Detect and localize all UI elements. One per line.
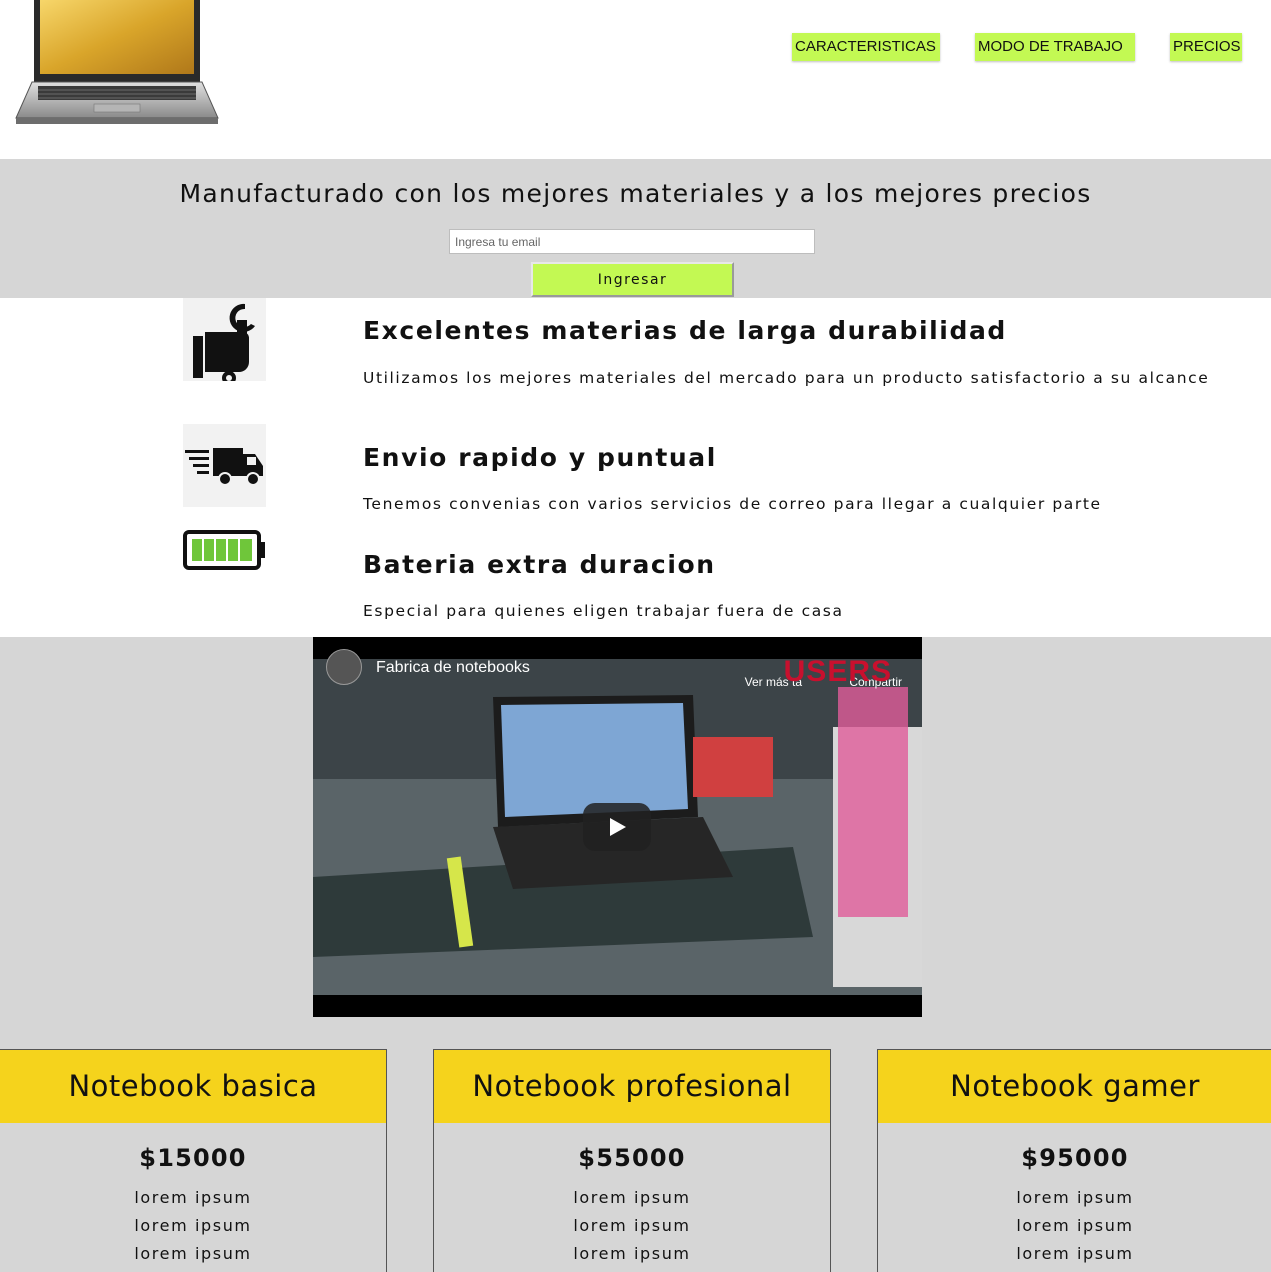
nav-link-work-mode[interactable]: MODO DE TRABAJO — [975, 33, 1135, 61]
plan-feature: lorem ipsum — [573, 1244, 691, 1263]
plan-feature: lorem ipsum — [1016, 1244, 1134, 1263]
plan-card-professional: Notebook profesional $55000 lorem ipsum … — [433, 1049, 831, 1272]
email-field[interactable] — [449, 229, 815, 254]
feature-title: Bateria extra duracion — [363, 550, 716, 579]
plan-price: $55000 — [578, 1144, 686, 1172]
feature-description: Especial para quienes eligen trabajar fu… — [363, 602, 844, 620]
nav-link-prices[interactable]: PRECIOS — [1170, 33, 1242, 61]
plan-feature: lorem ipsum — [573, 1216, 691, 1235]
submit-button[interactable]: Ingresar — [531, 262, 734, 297]
hero-title: Manufacturado con los mejores materiales… — [179, 179, 1092, 208]
battery-icon — [183, 523, 266, 606]
hero-section: Manufacturado con los mejores materiales… — [0, 159, 1271, 298]
plan-feature: lorem ipsum — [134, 1216, 252, 1235]
delivery-truck-icon — [183, 424, 266, 507]
plan-feature: lorem ipsum — [1016, 1188, 1134, 1207]
plan-feature-list: lorem ipsum lorem ipsum lorem ipsum — [434, 1184, 830, 1268]
play-button[interactable] — [583, 803, 651, 851]
plan-name: Notebook gamer — [878, 1050, 1271, 1123]
plan-feature-list: lorem ipsum lorem ipsum lorem ipsum — [878, 1184, 1271, 1268]
plan-card-basic: Notebook basica $15000 lorem ipsum lorem… — [0, 1049, 387, 1272]
channel-avatar[interactable] — [326, 649, 362, 685]
video-player[interactable]: Fabrica de notebooks Ver más ta Comparti… — [313, 637, 922, 1017]
plan-feature: lorem ipsum — [1016, 1216, 1134, 1235]
feature-title: Excelentes materias de larga durabilidad — [363, 316, 1007, 345]
video-title[interactable]: Fabrica de notebooks — [376, 659, 530, 677]
plan-name: Notebook profesional — [434, 1050, 830, 1123]
laptop-logo[interactable] — [14, 0, 220, 130]
plan-feature: lorem ipsum — [134, 1188, 252, 1207]
play-icon — [610, 818, 626, 836]
plan-price: $15000 — [139, 1144, 247, 1172]
plan-price: $95000 — [1021, 1144, 1129, 1172]
features-section: Excelentes materias de larga durabilidad… — [0, 298, 1271, 637]
plan-feature: lorem ipsum — [573, 1188, 691, 1207]
feature-description: Utilizamos los mejores materiales del me… — [363, 369, 1210, 387]
nav-link-features[interactable]: CARACTERISTICAS — [792, 33, 940, 61]
feature-description: Tenemos convenias con varios servicios d… — [363, 495, 1102, 513]
plan-feature-list: lorem ipsum lorem ipsum lorem ipsum — [0, 1184, 386, 1268]
plan-name: Notebook basica — [0, 1050, 386, 1123]
plan-card-gamer: Notebook gamer $95000 lorem ipsum lorem … — [877, 1049, 1271, 1272]
site-header: CARACTERISTICAS MODO DE TRABAJO PRECIOS — [0, 0, 1271, 159]
video-watermark: USERS — [783, 655, 892, 688]
wrench-hand-icon — [183, 298, 266, 385]
plan-feature: lorem ipsum — [134, 1244, 252, 1263]
feature-title: Envio rapido y puntual — [363, 443, 717, 472]
